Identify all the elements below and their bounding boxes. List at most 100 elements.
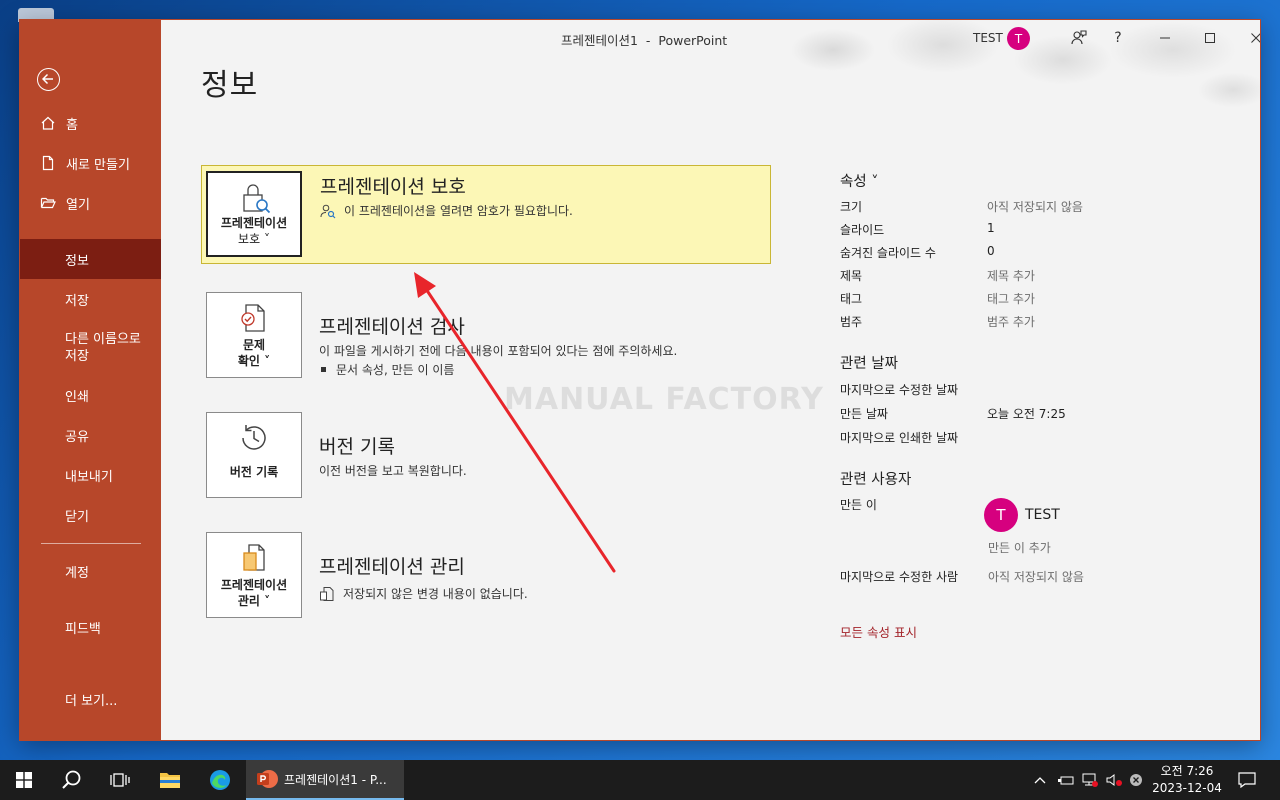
nav-item-home[interactable]: 홈 <box>20 103 161 143</box>
task-view-button[interactable] <box>96 760 144 800</box>
card-description: 이전 버전을 보고 복원합니다. <box>319 464 467 478</box>
search-button[interactable] <box>48 760 96 800</box>
start-button[interactable] <box>0 760 48 800</box>
nav-item-save[interactable]: 저장 <box>20 279 161 319</box>
windows-logo-icon <box>16 772 32 788</box>
nav-divider <box>41 543 141 544</box>
author-name[interactable]: TEST <box>1025 507 1060 523</box>
prop-key: 제목 <box>840 269 863 283</box>
title-field[interactable]: 제목 추가 <box>987 267 1035 284</box>
nav-item-open[interactable]: 열기 <box>20 183 161 223</box>
network-disconnected-icon <box>1082 773 1098 787</box>
maximize-button[interactable] <box>1190 20 1230 56</box>
powerpoint-logo-icon <box>257 770 278 788</box>
button-label: 버전 기록 <box>229 465 279 479</box>
prop-value: 0 <box>987 244 995 258</box>
action-center-button[interactable] <box>1234 760 1260 800</box>
protect-presentation-button[interactable]: 프레젠테이션 보호 ˅ <box>206 171 302 257</box>
watermark-text: MANUAL FACTORY <box>504 382 824 417</box>
nav-label: 닫기 <box>65 509 89 525</box>
notification-status-icon[interactable] <box>1126 760 1146 800</box>
protect-presentation-section: 프레젠테이션 보호 ˅ 프레젠테이션 보호 이 프레젠테이션을 열려면 암호가 … <box>201 165 771 264</box>
new-doc-icon <box>42 155 54 171</box>
nav-label: 홈 <box>66 117 78 133</box>
edge-browser-button[interactable] <box>196 760 244 800</box>
prop-key: 범주 <box>840 315 863 329</box>
button-label: 프레젠테이션 <box>220 578 288 592</box>
check-issues-button[interactable]: 문제 확인 ˅ <box>206 292 302 378</box>
account-name[interactable]: TEST <box>973 31 1003 45</box>
help-button[interactable]: ? <box>1098 20 1138 56</box>
nav-item-close[interactable]: 닫기 <box>20 495 161 535</box>
manage-document-icon <box>243 544 265 571</box>
button-label: 문제 <box>242 338 266 352</box>
account-avatar[interactable]: T <box>1007 27 1030 50</box>
chevron-up-icon <box>1034 777 1046 784</box>
prop-key: 숨겨진 슬라이드 수 <box>840 246 936 260</box>
tags-field[interactable]: 태그 추가 <box>987 290 1035 307</box>
network-tray-icon[interactable] <box>1079 760 1101 800</box>
taskbar: 프레젠테이션1 - P... 오전 7:26 2023-12-04 <box>0 760 1280 800</box>
card-description: 이 파일을 게시하기 전에 다음 내용이 포함되어 있다는 점에 주의하세요. <box>319 344 678 358</box>
title-bar: 프레젠테이션1 - PowerPoint TEST T ? <box>161 20 1260 112</box>
nav-item-share[interactable]: 공유 <box>20 415 161 455</box>
lock-search-icon <box>243 184 271 214</box>
button-label: 프레젠테이션 <box>220 216 288 230</box>
clock-date: 2023-12-04 <box>1152 781 1222 795</box>
category-field[interactable]: 범주 추가 <box>987 313 1035 330</box>
minimize-button[interactable] <box>1145 20 1185 56</box>
version-history-button[interactable]: 버전 기록 <box>206 412 302 498</box>
taskbar-app-label: 프레젠테이션1 - P... <box>284 772 387 787</box>
add-author-field[interactable]: 만든 이 추가 <box>988 539 1051 556</box>
card-description-text: 저장되지 않은 변경 내용이 없습니다. <box>343 587 528 601</box>
powerpoint-window: 홈 새로 만들기 열기 정보 저장 다른 이름으로 저장 인쇄 공유 내보내기 … <box>20 20 1260 740</box>
author-avatar[interactable]: T <box>984 498 1018 532</box>
button-label: 관리 ˅ <box>237 594 271 608</box>
related-dates-heading: 관련 날짜 <box>840 356 898 372</box>
show-hidden-icons-button[interactable] <box>1030 760 1050 800</box>
edge-icon <box>210 770 230 790</box>
prop-key: 마지막으로 인쇄한 날짜 <box>840 431 959 445</box>
nav-item-account[interactable]: 계정 <box>20 551 161 591</box>
card-bullet: 문서 속성, 만든 이 이름 <box>321 361 454 378</box>
nav-label: 열기 <box>66 197 90 213</box>
properties-heading[interactable]: 속성 ˅ <box>840 170 879 191</box>
clock-time: 오전 7:26 <box>1160 764 1214 778</box>
people-icon <box>1071 30 1087 45</box>
taskbar-clock[interactable]: 오전 7:26 2023-12-04 <box>1148 763 1226 797</box>
inspect-presentation-section: 문제 확인 ˅ 프레젠테이션 검사 이 파일을 게시하기 전에 다음 내용이 포… <box>201 285 771 385</box>
card-description: 이 프레젠테이션을 열려면 암호가 필요합니다. <box>320 202 573 219</box>
close-button[interactable] <box>1236 20 1260 56</box>
coauthor-button[interactable] <box>1059 20 1099 56</box>
prop-value: 아직 저장되지 않음 <box>988 570 1084 584</box>
minimize-icon <box>1160 37 1170 39</box>
prop-value: 아직 저장되지 않음 <box>987 200 1083 214</box>
nav-label: 피드백 <box>65 621 101 637</box>
prop-key: 마지막으로 수정한 날짜 <box>840 383 959 397</box>
volume-tray-icon[interactable] <box>1103 760 1125 800</box>
nav-item-info[interactable]: 정보 <box>20 239 161 279</box>
card-description: 저장되지 않은 변경 내용이 없습니다. <box>319 585 528 602</box>
battery-tray-icon[interactable] <box>1055 760 1077 800</box>
nav-item-print[interactable]: 인쇄 <box>20 375 161 415</box>
nav-item-save-as[interactable]: 다른 이름으로 저장 <box>20 322 161 370</box>
unsaved-document-icon <box>320 586 334 601</box>
prop-value: 1 <box>987 221 995 235</box>
nav-item-export[interactable]: 내보내기 <box>20 455 161 495</box>
battery-icon <box>1058 776 1074 785</box>
nav-label: 공유 <box>65 429 89 445</box>
card-heading: 프레젠테이션 관리 <box>319 556 465 578</box>
taskbar-powerpoint-app[interactable]: 프레젠테이션1 - P... <box>246 760 404 800</box>
nav-item-new[interactable]: 새로 만들기 <box>20 143 161 183</box>
file-explorer-button[interactable] <box>146 760 194 800</box>
back-button[interactable] <box>37 68 60 91</box>
prop-value: 오늘 오전 7:25 <box>987 407 1066 421</box>
page-title: 정보 <box>201 68 259 103</box>
manage-presentation-button[interactable]: 프레젠테이션 관리 ˅ <box>206 532 302 618</box>
nav-item-feedback[interactable]: 피드백 <box>20 607 161 647</box>
nav-label: 내보내기 <box>65 469 113 485</box>
prop-key: 슬라이드 <box>840 223 885 237</box>
nav-item-more[interactable]: 더 보기... <box>20 679 161 719</box>
show-all-properties-link[interactable]: 모든 속성 표시 <box>840 622 917 641</box>
card-heading: 버전 기록 <box>319 436 395 458</box>
